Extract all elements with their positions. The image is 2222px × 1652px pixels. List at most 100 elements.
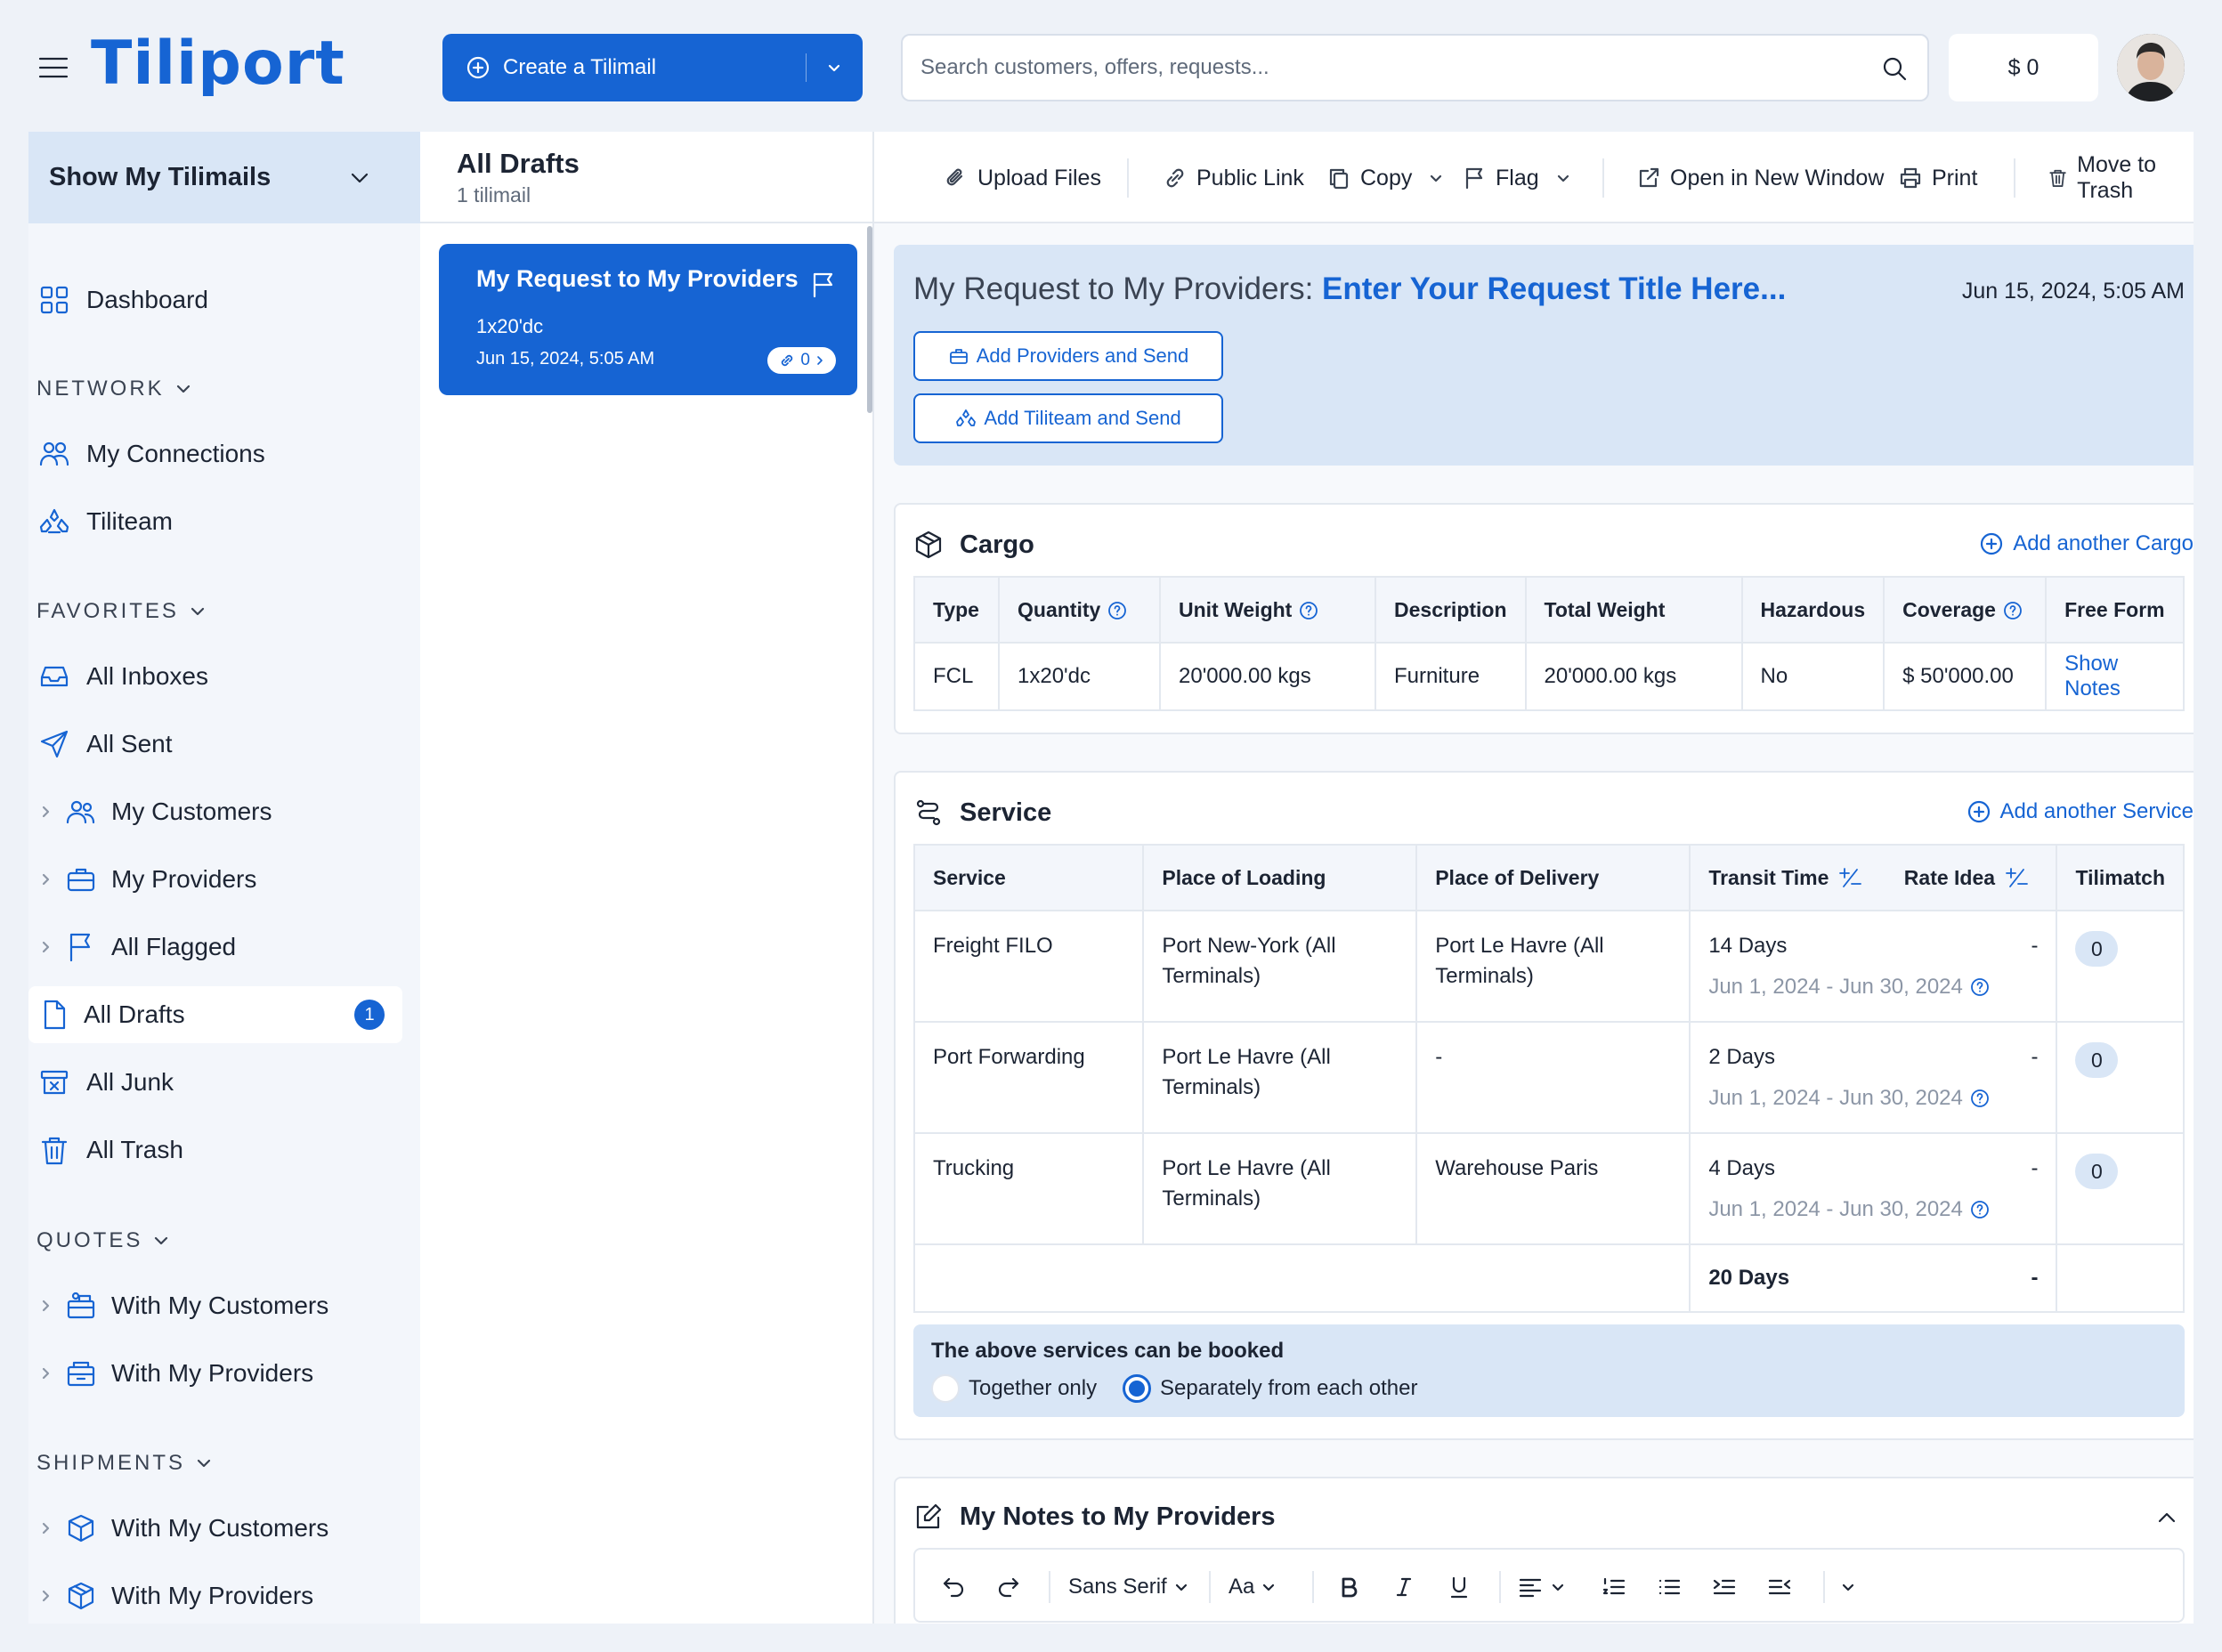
section-quotes[interactable]: QUOTES	[36, 1225, 171, 1257]
detail-pane: Upload Files Public Link Copy Flag Open …	[874, 132, 2194, 1624]
list-item[interactable]: My Request to My Providers 1x20'dc Jun 1…	[439, 244, 857, 395]
redo-button[interactable]	[995, 1569, 1022, 1605]
upload-files-button[interactable]: Upload Files	[944, 163, 1101, 193]
sidebar-item-dashboard[interactable]: Dashboard	[28, 271, 402, 328]
radio-separately[interactable]: Separately from each other	[1123, 1374, 1418, 1403]
search-input[interactable]	[920, 55, 1846, 80]
sidebar-item-all-sent[interactable]: All Sent	[28, 716, 402, 773]
bullet-list-button[interactable]	[1656, 1569, 1683, 1605]
toolbar-divider	[1209, 1571, 1211, 1603]
avatar[interactable]	[2117, 34, 2185, 101]
tilimail-filter-dropdown[interactable]: Show My Tilimails	[28, 132, 420, 223]
trash-icon	[2049, 169, 2066, 187]
flag-button[interactable]: Flag	[1462, 163, 1571, 193]
sidebar-item-my-providers[interactable]: My Providers	[28, 851, 402, 908]
transit-time-header: Transit Time	[1708, 866, 1829, 889]
add-providers-send-button[interactable]: Add Providers and Send	[913, 331, 1223, 381]
rich-text-toolbar: Sans Serif Aa	[913, 1548, 2185, 1623]
create-tilimail-button[interactable]: Create a Tilimail	[442, 34, 863, 101]
external-link-icon	[1639, 167, 1659, 188]
sidebar-item-shipments-providers[interactable]: With My Providers	[28, 1567, 402, 1624]
sidebar-item-all-drafts[interactable]: All Drafts 1	[28, 986, 402, 1043]
chevron-right-icon[interactable]	[39, 1521, 53, 1535]
outdent-button[interactable]	[1766, 1569, 1793, 1605]
more-options-button[interactable]	[1841, 1569, 1855, 1605]
total-transit: 20 Days -	[1689, 1243, 2058, 1313]
copy-button[interactable]: Copy	[1326, 163, 1444, 193]
font-family-select[interactable]: Sans Serif	[1068, 1569, 1188, 1605]
rate-idea-header: Rate Idea	[1903, 866, 1996, 889]
undo-button[interactable]	[940, 1569, 967, 1605]
chevron-right-icon[interactable]	[39, 940, 53, 954]
search-icon[interactable]	[1881, 55, 1908, 82]
request-date: Jun 15, 2024, 5:05 AM	[1961, 279, 2185, 304]
section-shipments[interactable]: SHIPMENTS	[36, 1447, 214, 1479]
help-icon[interactable]	[1970, 977, 1990, 997]
radio-button-selected[interactable]	[1123, 1374, 1151, 1403]
tilimatch-badge[interactable]: 0	[2075, 1042, 2119, 1078]
service-transit: 14 Days - Jun 1, 2024 - Jun 30, 2024	[1689, 910, 2058, 1023]
sidebar-item-shipments-customers[interactable]: With My Customers	[28, 1500, 402, 1557]
request-title-input[interactable]: Enter Your Request Title Here...	[1322, 271, 1786, 306]
add-tiliteam-send-button[interactable]: Add Tiliteam and Send	[913, 393, 1223, 443]
sidebar-item-quotes-providers[interactable]: With My Providers	[28, 1345, 402, 1402]
menu-icon[interactable]	[37, 55, 69, 80]
ordered-list-icon	[1602, 1577, 1626, 1595]
links-pill[interactable]: 0	[767, 347, 836, 374]
print-button[interactable]: Print	[1898, 163, 1977, 193]
sidebar-item-my-connections[interactable]: My Connections	[28, 425, 402, 482]
ordered-list-button[interactable]	[1601, 1569, 1627, 1605]
open-new-window-button[interactable]: Open in New Window	[1636, 163, 1884, 193]
chevron-right-icon[interactable]	[39, 1299, 53, 1313]
sidebar-item-my-customers[interactable]: My Customers	[28, 783, 402, 840]
help-icon[interactable]	[1970, 1200, 1990, 1219]
tilimatch-badge[interactable]: 0	[2075, 931, 2119, 967]
tilimatch-badge[interactable]: 0	[2075, 1154, 2119, 1189]
chevron-right-icon[interactable]	[39, 872, 53, 887]
sidebar: Show My Tilimails Dashboard NETWORK My C…	[28, 132, 420, 1624]
total-tilimatch	[2056, 1243, 2185, 1313]
align-select[interactable]	[1517, 1569, 1565, 1605]
sidebar-item-all-trash[interactable]: All Trash	[28, 1122, 402, 1178]
radio-button[interactable]	[931, 1374, 960, 1403]
section-network[interactable]: NETWORK	[36, 373, 193, 405]
flag-icon[interactable]	[809, 271, 838, 299]
chevron-right-icon[interactable]	[39, 1589, 53, 1603]
show-notes-link[interactable]: Show Notes	[2045, 642, 2185, 711]
sidebar-item-all-junk[interactable]: All Junk	[28, 1054, 402, 1111]
indent-button[interactable]	[1711, 1569, 1738, 1605]
service-loading: Port New-York (All Terminals)	[1142, 910, 1418, 1023]
public-link-button[interactable]: Public Link	[1163, 163, 1304, 193]
sidebar-item-all-flagged[interactable]: All Flagged	[28, 919, 402, 976]
chevron-up-icon[interactable]	[2154, 1505, 2179, 1530]
paperclip-icon	[946, 168, 963, 186]
section-favorites[interactable]: FAVORITES	[36, 595, 207, 628]
add-service-button[interactable]: Add another Service	[1967, 799, 2194, 824]
font-size-select[interactable]: Aa	[1229, 1569, 1276, 1605]
list-scrollbar[interactable]	[867, 226, 872, 413]
radio-together-only[interactable]: Together only	[931, 1374, 1097, 1403]
chevron-right-icon[interactable]	[39, 805, 53, 819]
app-logo[interactable]: Tiliport	[91, 28, 345, 99]
move-to-trash-button[interactable]: Move to Trash	[2048, 152, 2194, 203]
column-header-unit-weight: Unit Weight	[1159, 576, 1376, 644]
help-icon[interactable]	[1107, 601, 1127, 620]
help-icon[interactable]	[1970, 1089, 1990, 1108]
help-icon[interactable]	[1299, 601, 1318, 620]
section-title: NETWORK	[36, 377, 165, 401]
chevron-down-icon[interactable]	[823, 57, 845, 78]
sidebar-item-tiliteam[interactable]: Tiliteam	[28, 493, 402, 550]
bold-button[interactable]	[1335, 1569, 1362, 1605]
sidebar-item-quotes-customers[interactable]: With My Customers	[28, 1277, 402, 1334]
balance-display[interactable]: $ 0	[1949, 34, 2098, 101]
plus-minus-icon[interactable]	[1837, 865, 1862, 890]
upload-files-label: Upload Files	[977, 165, 1101, 190]
sidebar-item-all-inboxes[interactable]: All Inboxes	[28, 648, 402, 705]
italic-button[interactable]	[1391, 1569, 1417, 1605]
chevron-right-icon[interactable]	[39, 1366, 53, 1381]
add-cargo-button[interactable]: Add another Cargo	[1979, 531, 2194, 556]
copy-label: Copy	[1360, 165, 1413, 190]
help-icon[interactable]	[2003, 601, 2023, 620]
underline-button[interactable]	[1446, 1569, 1472, 1605]
plus-minus-icon[interactable]	[2004, 865, 2029, 890]
